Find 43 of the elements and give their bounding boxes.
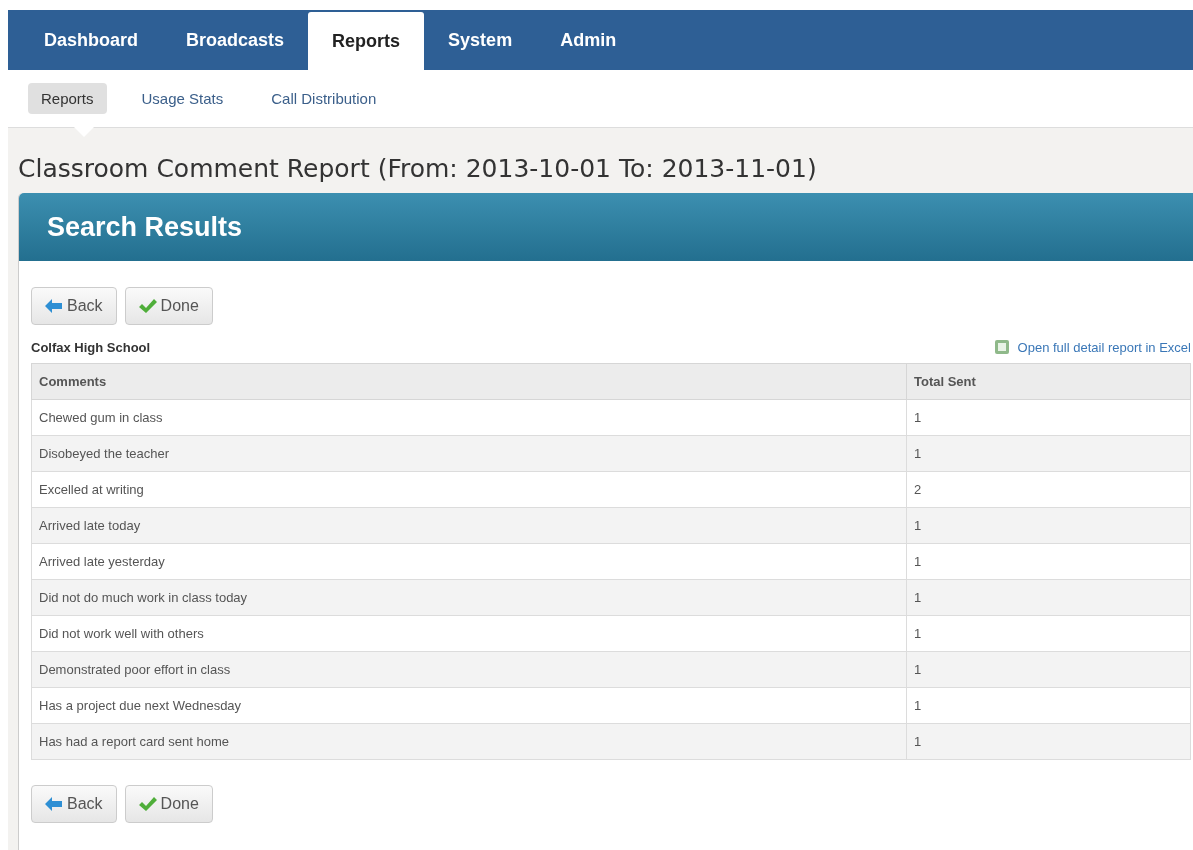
spreadsheet-icon bbox=[993, 339, 1010, 355]
table-cell: 1 bbox=[906, 615, 1191, 652]
sub-nav-tab[interactable]: Usage Stats bbox=[128, 83, 237, 114]
table-cell: Arrived late yesterday bbox=[31, 543, 907, 580]
excel-link[interactable]: Open full detail report in Excel bbox=[1017, 339, 1191, 355]
column-header: Total Sent bbox=[906, 363, 1191, 400]
panel-header: Search Results bbox=[19, 193, 1193, 261]
table-cell: Has had a report card sent home bbox=[31, 723, 907, 760]
back-button[interactable]: Back bbox=[31, 287, 117, 325]
table-cell: 1 bbox=[906, 651, 1191, 688]
page-title: Classroom Comment Report (From: 2013-10-01 To: 2013-11-01) bbox=[18, 154, 818, 183]
table-cell: Chewed gum in class bbox=[31, 399, 907, 436]
checkmark-icon bbox=[138, 797, 157, 811]
left-arrow-icon bbox=[45, 797, 63, 811]
table-cell: 1 bbox=[906, 507, 1191, 544]
nav-tab[interactable]: Broadcasts bbox=[162, 10, 309, 70]
table-cell: 1 bbox=[906, 543, 1191, 580]
back-button[interactable]: Back bbox=[31, 785, 117, 823]
sub-nav-tab[interactable]: Reports bbox=[28, 83, 107, 114]
done-button[interactable]: Done bbox=[124, 287, 213, 325]
done-button[interactable]: Done bbox=[124, 785, 213, 823]
table-cell: Did not work well with others bbox=[31, 615, 907, 652]
table-cell: 1 bbox=[906, 723, 1191, 760]
school-name: Colfax High School bbox=[31, 339, 151, 355]
nav-tab[interactable]: System bbox=[424, 10, 537, 70]
nav-tab[interactable]: Dashboard bbox=[20, 10, 163, 70]
table-cell: 1 bbox=[906, 579, 1191, 616]
table-cell: Disobeyed the teacher bbox=[31, 435, 907, 472]
table-cell: 2 bbox=[906, 471, 1191, 508]
column-header: Comments bbox=[31, 363, 907, 400]
table-cell: Excelled at writing bbox=[31, 471, 907, 508]
table-cell: 1 bbox=[906, 399, 1191, 436]
table-cell: Demonstrated poor effort in class bbox=[31, 651, 907, 688]
nav-tab[interactable]: Admin bbox=[536, 10, 641, 70]
table-cell: Did not do much work in class today bbox=[31, 579, 907, 616]
table-cell: Has a project due next Wednesday bbox=[31, 687, 907, 724]
left-arrow-icon bbox=[45, 299, 63, 313]
nav-tab[interactable]: Reports bbox=[308, 12, 425, 70]
table-cell: 1 bbox=[906, 435, 1191, 472]
sub-nav-tab[interactable]: Call Distribution bbox=[258, 83, 390, 114]
checkmark-icon bbox=[138, 299, 157, 313]
table-cell: Arrived late today bbox=[31, 507, 907, 544]
table-cell: 1 bbox=[906, 687, 1191, 724]
